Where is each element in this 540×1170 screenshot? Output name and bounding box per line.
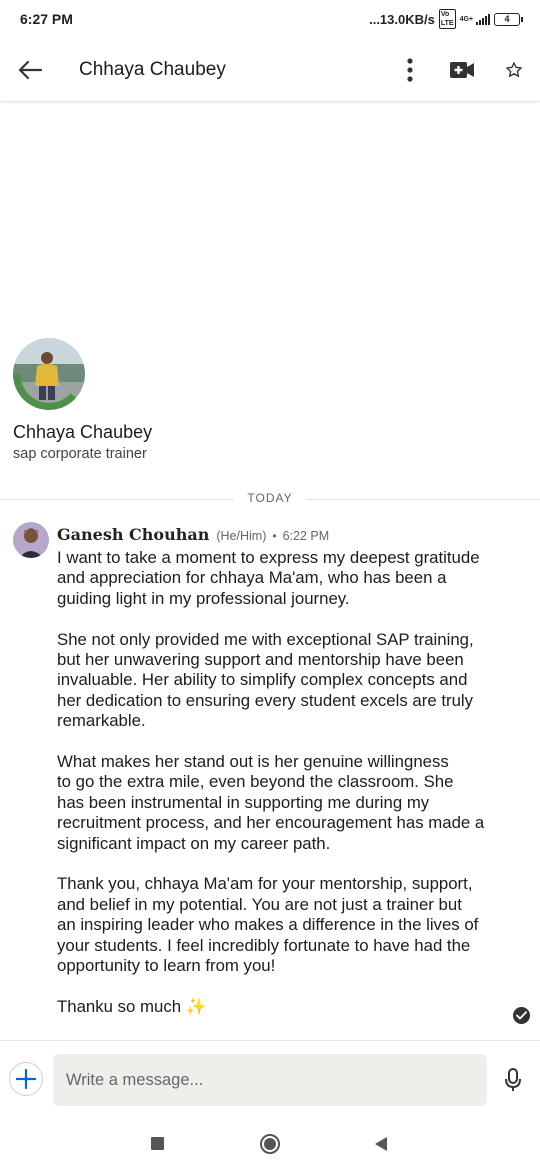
sender-name[interactable]: Ganesh Chouhan — [57, 525, 209, 544]
message-body: I want to take a moment to express my de… — [57, 548, 527, 1017]
message-time: 6:22 PM — [282, 529, 330, 543]
status-bar: 6:27 PM ...13.0KB/s Vo LTE 4G+ 4 — [0, 0, 540, 38]
sender-avatar[interactable] — [13, 522, 49, 558]
video-call-icon — [450, 61, 474, 78]
message-line: opportunity to learn from you! — [57, 956, 276, 976]
microphone-icon — [505, 1068, 521, 1091]
sparkles-emoji: ✨ — [185, 996, 207, 1016]
star-icon — [506, 61, 522, 77]
home-circle-icon[interactable] — [260, 1134, 280, 1154]
message-paragraph: She not only provided me with exceptiona… — [57, 630, 527, 732]
date-divider-label: TODAY — [234, 491, 306, 505]
signal-icon: 4G+ — [460, 13, 490, 25]
volte-icon: Vo LTE — [438, 9, 456, 29]
star-button[interactable] — [488, 38, 540, 102]
message-closing: Thanku so much — [57, 996, 182, 1016]
message-line: an inspiring leader who makes a differen… — [57, 915, 479, 935]
message-paragraph: What makes her stand out is her genuine … — [57, 752, 527, 854]
back-arrow-icon — [18, 60, 43, 79]
message-line: What makes her stand out is her genuine … — [57, 752, 449, 772]
message-line: your students. I feel incredibly fortuna… — [57, 935, 471, 955]
recents-square-icon[interactable] — [151, 1137, 164, 1150]
back-triangle-icon[interactable] — [374, 1136, 388, 1152]
network-type-label: 4G+ — [459, 15, 473, 23]
video-call-button[interactable] — [436, 38, 488, 102]
profile-name[interactable]: Chhaya Chaubey — [13, 422, 152, 443]
message-line: and appreciation for chhaya Ma'am, who h… — [57, 568, 447, 588]
message-paragraph: Thank you, chhaya Ma'am for your mentors… — [57, 874, 527, 976]
profile-headline: sap corporate trainer — [13, 446, 147, 462]
more-vertical-icon — [407, 57, 413, 82]
message-line: I want to take a moment to express my de… — [57, 548, 480, 567]
message-header: Ganesh Chouhan (He/Him) • 6:22 PM — [57, 525, 329, 544]
message-composer — [0, 1040, 540, 1118]
more-options-button[interactable] — [384, 38, 436, 102]
message-line: but her unwavering support and mentorshi… — [57, 650, 464, 670]
message-line: She not only provided me with exceptiona… — [57, 629, 474, 649]
network-speed: ...13.0KB/s — [369, 11, 435, 27]
conversation-header: Chhaya Chaubey — [0, 38, 540, 102]
sender-pronouns: (He/Him) — [216, 529, 267, 543]
message-paragraph: I want to take a moment to express my de… — [57, 548, 527, 609]
message-line: and belief in my potential. You are not … — [57, 894, 462, 914]
message-line: her dedication to ensuring every student… — [57, 690, 474, 710]
message-line: has been instrumental in supporting me d… — [57, 792, 430, 812]
message-line: remarkable. — [57, 711, 146, 731]
message-line: recruitment process, and her encourageme… — [57, 813, 485, 833]
message-line: invaluable. Her ability to simplify comp… — [57, 670, 468, 690]
message-line: Thank you, chhaya Ma'am for your mentors… — [57, 874, 473, 894]
separator-dot: • — [272, 529, 277, 543]
conversation-title[interactable]: Chhaya Chaubey — [79, 59, 384, 81]
battery-level: 4 — [504, 13, 510, 24]
voice-message-button[interactable] — [498, 1065, 528, 1095]
plus-icon — [16, 1069, 36, 1089]
battery-icon: 4 — [494, 12, 523, 26]
read-check-icon — [513, 1007, 530, 1024]
status-right: ...13.0KB/s Vo LTE 4G+ 4 — [369, 9, 523, 29]
profile-photo — [13, 338, 85, 410]
system-nav-bar — [0, 1118, 540, 1170]
message-line: significant impact on my career path. — [57, 833, 331, 853]
profile-avatar[interactable] — [13, 338, 85, 410]
message-line: guiding light in my professional journey… — [57, 588, 350, 608]
message-line: to go the extra mile, even beyond the cl… — [57, 772, 454, 792]
status-time: 6:27 PM — [20, 11, 73, 27]
attach-button[interactable] — [9, 1062, 43, 1096]
back-button[interactable] — [0, 38, 60, 102]
message-closing-line: Thanku so much ✨ — [57, 997, 527, 1017]
message-input[interactable] — [53, 1054, 487, 1106]
